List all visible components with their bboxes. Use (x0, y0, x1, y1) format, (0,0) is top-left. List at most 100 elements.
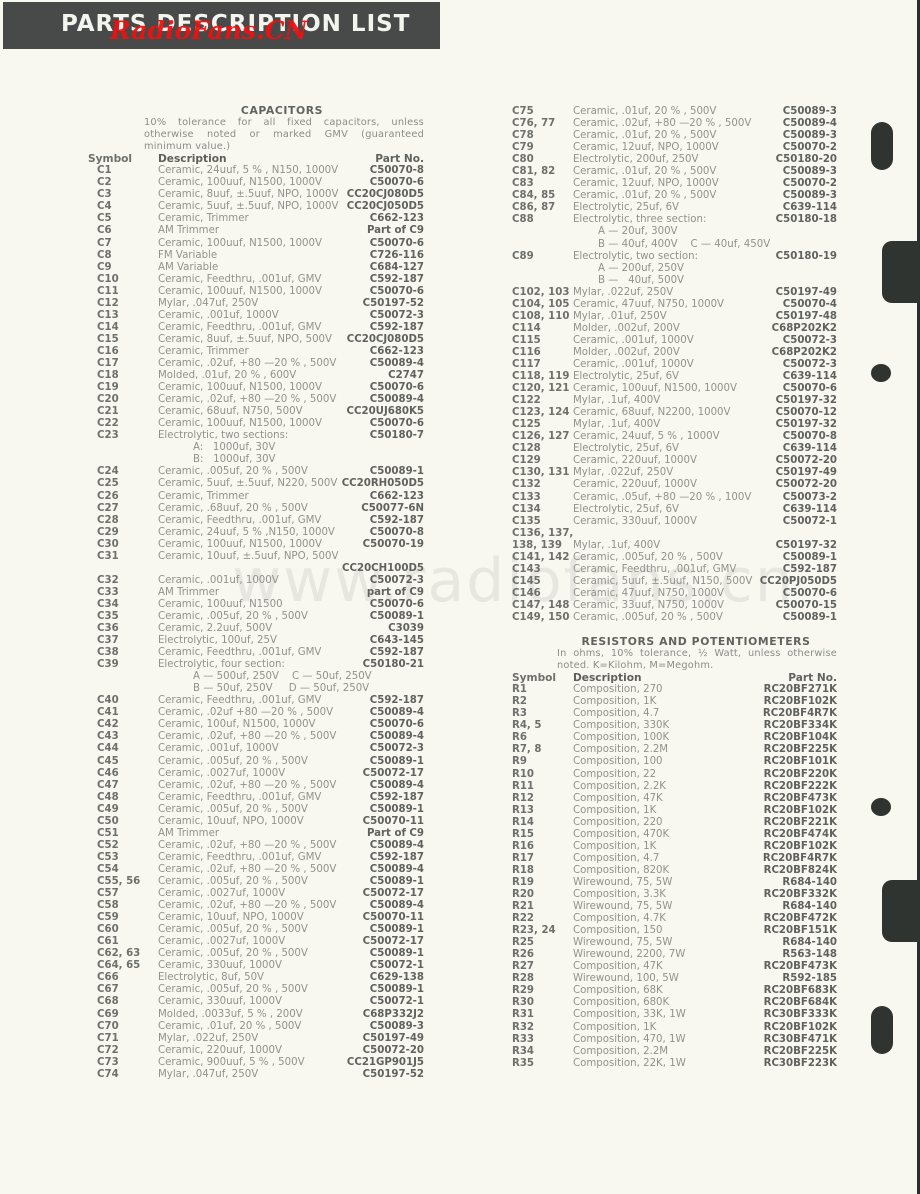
part-number: C662-123 (369, 213, 424, 225)
part-number: RC20BF334K (763, 720, 837, 732)
part-description: Composition, 2.2K (573, 780, 666, 792)
table-row: R30 Composition, 680K RC20BF684K (503, 997, 837, 1009)
part-symbol: C115 (512, 334, 541, 346)
part-number: RC20BF102K (763, 1021, 837, 1033)
table-row: R10 Composition, 22 RC20BF220K (503, 769, 837, 781)
table-row: C45 Ceramic, .005uf, 20 % , 500V C50089-1 (88, 756, 424, 768)
part-description: Ceramic, 330uuf, 1000V (158, 960, 282, 972)
part-number: C50089-4 (369, 707, 424, 719)
part-symbol: C60 (97, 924, 119, 936)
part-symbol: C2 (97, 177, 112, 189)
table-row: C78 Ceramic, .01uf, 20 % , 500V C50089-3 (503, 130, 837, 142)
part-description: Ceramic, .02uf, +80 —20 % , 500V (158, 863, 337, 875)
table-row: C39 Electrolytic, four section: C50180-21 (88, 659, 424, 671)
table-row: C117 Ceramic, .001uf, 1000V C50072-3 (503, 359, 837, 371)
part-description: Ceramic, 900uuf, 5 % , 500V (158, 1056, 305, 1068)
table-row: C67 Ceramic, .005uf, 20 % , 500V C50089-1 (88, 984, 424, 996)
table-row: R31 Composition, 33K, 1W RC30BF333K (503, 1009, 837, 1021)
part-description: Electrolytic, four section: (158, 659, 285, 671)
table-row: C47 Ceramic, .02uf, +80 —20 % , 500V C5008… (88, 780, 424, 792)
section-detail: B — 40uf, 500V (598, 274, 685, 286)
part-symbol: R33 (512, 1033, 535, 1045)
part-number: C50089-3 (782, 166, 837, 178)
part-symbol: C43 (97, 731, 119, 743)
part-symbol: R1 (512, 684, 527, 696)
part-number: RC20BF683K (763, 985, 837, 997)
section-detail: B — 40uf, 400V C — 40uf, 450V (598, 238, 771, 250)
part-symbol: C19 (97, 382, 119, 394)
part-number: C50072-17 (362, 767, 424, 779)
part-symbol: R3 (512, 708, 527, 720)
part-description: Composition, 68K (573, 985, 663, 997)
part-symbol: C84, 85 (512, 190, 556, 202)
part-symbol: C33 (97, 586, 119, 598)
table-row: C41 Ceramic, .02uf +80 —20 % , 500V C50089… (88, 707, 424, 719)
table-row: C50 Ceramic, 10uuf, NPO, 1000V C50070-11 (88, 816, 424, 828)
part-description: Ceramic, .68uuf, 20 % , 500V (158, 502, 308, 514)
table-row: C14 Ceramic, Feedthru, .001uf, GMV C592-18… (88, 322, 424, 334)
part-description: Ceramic, .001uf, 1000V (158, 574, 279, 586)
table-row: C48 Ceramic, Feedthru, .001uf, GMV C592-18… (88, 792, 424, 804)
part-symbol: C11 (97, 285, 119, 297)
part-symbol: R20 (512, 889, 535, 900)
part-description: Electrolytic, 100uf, 25V (158, 635, 277, 647)
part-description: Ceramic, 68uuf, N750, 500V (158, 406, 303, 418)
table-row: C6 AM Trimmer Part of C9 (88, 225, 424, 237)
table-row: C7 Ceramic, 100uuf, N1500, 1000V C50070-6 (88, 238, 424, 250)
part-description: Ceramic, .005uf, 20 % , 500V (158, 924, 308, 936)
part-description: Ceramic, 100uuf, N1500, 1000V (158, 237, 322, 249)
part-number: C50072-1 (369, 996, 424, 1008)
part-number: RC30BF471K (763, 1033, 837, 1045)
part-symbol: C57 (97, 888, 119, 900)
binder-tab-icon (882, 241, 920, 303)
part-symbol: C123, 124 (512, 407, 570, 419)
table-row: R17 Composition, 4.7 RC20BF4R7K (503, 853, 837, 865)
table-row: C115 Ceramic, .001uf, 1000V C50072-3 (503, 335, 837, 347)
part-symbol: R4, 5 (512, 720, 542, 732)
part-symbol: C36 (97, 623, 119, 635)
table-row: C149, 150 Ceramic, .005uf, 20 % , 500V C50… (503, 612, 837, 624)
part-symbol: C25 (97, 478, 119, 490)
part-number: C50089-1 (369, 610, 424, 622)
part-symbol: C118, 119 (512, 371, 570, 383)
table-row: R23, 24 Composition, 150 RC20BF151K (503, 925, 837, 937)
capacitor-list-left: C1 Ceramic, 24uuf, 5 % , N150, 1000V C5007… (88, 165, 424, 1081)
part-description: Ceramic, 10uuf, ±.5uuf, NPO, 500V (158, 550, 339, 562)
part-description: Ceramic, 10uuf, NPO, 1000V (158, 912, 304, 924)
table-row: C27 Ceramic, .68uuf, 20 % , 500V C50077-6N (88, 503, 424, 515)
section-detail: B — 50uf, 250V D — 50uf, 250V (193, 683, 370, 695)
part-number: C50072-17 (362, 936, 424, 948)
part-symbol: R30 (512, 997, 535, 1009)
part-number: C50180-18 (775, 214, 837, 226)
part-symbol: R25 (512, 937, 535, 949)
part-number: C50070-19 (362, 538, 424, 550)
table-row: C88 Electrolytic, three section: C50180-18 (503, 214, 837, 226)
part-symbol: R15 (512, 828, 535, 840)
part-description: Ceramic, 12uuf, NPO, 1000V (573, 142, 719, 154)
part-number: C50072-3 (369, 574, 424, 586)
table-row: C32 Ceramic, .001uf, 1000V C50072-3 (88, 575, 424, 587)
part-number: C50070-11 (362, 815, 424, 827)
part-description: Ceramic, 47uuf, N750, 1000V (573, 298, 725, 310)
part-symbol: C132 (512, 479, 541, 491)
part-symbol: R32 (512, 1021, 535, 1033)
part-description: Mylar, .047uf, 250V (158, 297, 259, 309)
part-description: Composition, 22K, 1W (573, 1057, 686, 1069)
part-symbol: C15 (97, 333, 119, 345)
part-description: Ceramic, Feedthru, .001uf, GMV (573, 563, 737, 575)
table-row: R28 Wirewound, 100, 5W R592-185 (503, 973, 837, 985)
part-description: Electrolytic, 25uf, 6V (573, 202, 680, 214)
part-symbol: C12 (97, 297, 119, 309)
header-part: Part No. (788, 672, 837, 685)
table-row: C20 Ceramic, .02uf, +80 —20 % , 500V C5008… (88, 394, 424, 406)
table-row: C146 Ceramic, 47uuf, N750, 1000V C50070-6 (503, 588, 837, 600)
part-description: Ceramic, 220uuf, 1000V (573, 455, 697, 467)
table-row: C36 Ceramic, 2.2uuf, 500V C3039 (88, 623, 424, 635)
header-part: Part No. (375, 153, 424, 166)
table-row: C71 Mylar, .022uf, 250V C50197-49 (88, 1033, 424, 1045)
part-symbol: R14 (512, 816, 535, 828)
part-symbol: C147, 148 (512, 599, 570, 611)
part-symbol: C55, 56 (97, 876, 141, 887)
part-number: C50070-11 (362, 912, 424, 924)
part-description: Composition, 4.7 (573, 708, 660, 720)
